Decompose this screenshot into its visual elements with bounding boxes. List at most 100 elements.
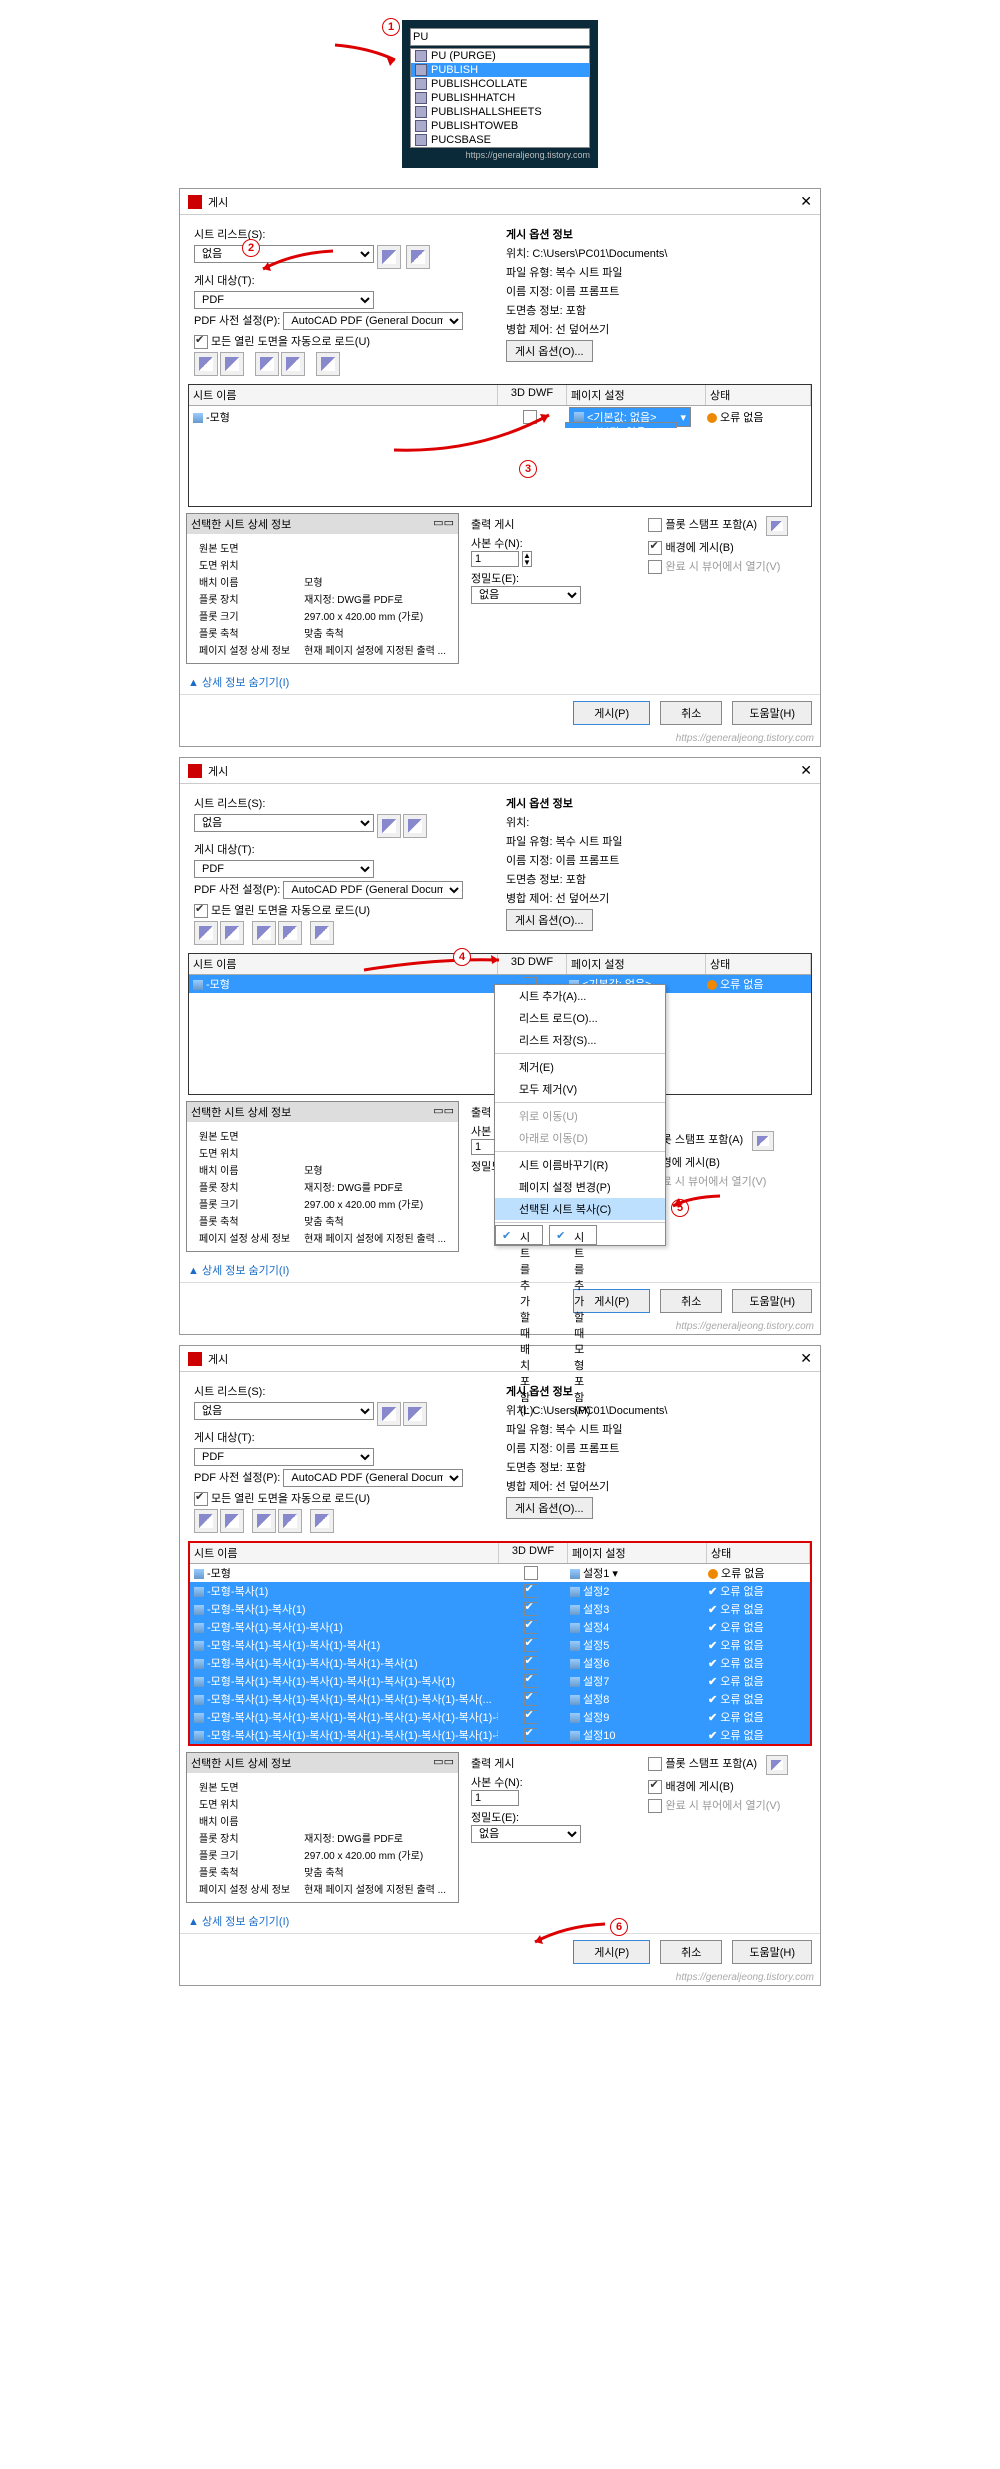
- plotstamp-checkbox[interactable]: [648, 1757, 662, 1771]
- sheet-list-select[interactable]: 없음: [194, 245, 374, 263]
- cmd-item-publishcollate[interactable]: PUBLISHCOLLATE: [411, 77, 589, 91]
- row-3ddwf-checkbox[interactable]: [523, 410, 537, 424]
- publish-to-select[interactable]: PDF: [194, 291, 374, 309]
- detail-collapse-icon[interactable]: ▭▭: [433, 1104, 454, 1120]
- cmd-item-pu[interactable]: PU (PURGE): [411, 49, 589, 63]
- publish-button[interactable]: 게시(P): [573, 1289, 650, 1313]
- pdf-preset-select[interactable]: AutoCAD PDF (General Documentation): [283, 312, 463, 330]
- remove-sheet-button[interactable]: [220, 1509, 244, 1533]
- hide-details-toggle[interactable]: ▲ 상세 정보 숨기기(I): [188, 1916, 289, 1928]
- preview-button[interactable]: [310, 921, 334, 945]
- cmd-item-publish[interactable]: PUBLISH: [411, 63, 589, 77]
- background-checkbox[interactable]: [648, 541, 662, 555]
- command-list[interactable]: PU (PURGE) PUBLISH PUBLISHCOLLATE PUBLIS…: [410, 48, 590, 148]
- add-sheet-button[interactable]: [194, 352, 218, 376]
- load-list-button[interactable]: [403, 814, 427, 838]
- cancel-button[interactable]: 취소: [660, 701, 722, 725]
- cmd-item-publishallsheets[interactable]: PUBLISHALLSHEETS: [411, 105, 589, 119]
- publish-to-select[interactable]: PDF: [194, 860, 374, 878]
- move-up-button[interactable]: [252, 921, 276, 945]
- publish-options-button[interactable]: 게시 옵션(O)...: [506, 340, 593, 362]
- close-button[interactable]: ✕: [800, 762, 812, 779]
- sheet-row[interactable]: -모형-복사(1)-복사(1)-복사(1)-복사(1)설정5✔오류 없음: [190, 1636, 810, 1654]
- ctx-remove-all[interactable]: 모두 제거(V): [495, 1078, 665, 1100]
- help-button[interactable]: 도움말(H): [732, 701, 812, 725]
- move-up-button[interactable]: [255, 352, 279, 376]
- sheet-context-menu[interactable]: 시트 추가(A)... 리스트 로드(O)... 리스트 저장(S)... 제거…: [494, 984, 666, 1246]
- sheet-row[interactable]: -모형-복사(1)설정2✔오류 없음: [190, 1582, 810, 1600]
- cmd-item-pucsbase[interactable]: PUCSBASE: [411, 133, 589, 147]
- ctx-change-page-setup[interactable]: 페이지 설정 변경(P): [495, 1176, 665, 1198]
- sheet-row[interactable]: -모형-복사(1)-복사(1)-복사(1)-복사(1)-복사(1)-복사(1)-…: [190, 1708, 810, 1726]
- stamp-settings-button[interactable]: [766, 516, 788, 536]
- remove-sheet-button[interactable]: [220, 921, 244, 945]
- autoload-checkbox[interactable]: [194, 335, 208, 349]
- ctx-copy-selected[interactable]: 선택된 시트 복사(C) 5: [495, 1198, 665, 1220]
- publish-button[interactable]: 게시(P): [573, 1940, 650, 1964]
- precision-select[interactable]: 없음: [471, 1825, 581, 1843]
- pdf-preset-select[interactable]: AutoCAD PDF (General Documentation): [283, 1469, 463, 1487]
- load-list-button[interactable]: [406, 245, 430, 269]
- sheet-table[interactable]: 시트 이름 3D DWF 페이지 설정 상태 4 -모형 <기본값: 없음> 오…: [188, 953, 812, 1095]
- pdf-preset-select[interactable]: AutoCAD PDF (General Documentation): [283, 881, 463, 899]
- sheet-row[interactable]: -모형-복사(1)-복사(1)-복사(1)설정4✔오류 없음: [190, 1618, 810, 1636]
- sheet-table[interactable]: 시트 이름 3D DWF 페이지 설정 상태 -모형설정1 ▾오류 없음-모형-…: [188, 1541, 812, 1746]
- preview-button[interactable]: [316, 352, 340, 376]
- remove-sheet-button[interactable]: [220, 352, 244, 376]
- publish-options-button[interactable]: 게시 옵션(O)...: [506, 909, 593, 931]
- move-up-button[interactable]: [252, 1509, 276, 1533]
- sheet-row[interactable]: -모형설정1 ▾오류 없음: [190, 1564, 810, 1582]
- sheet-row[interactable]: -모형-복사(1)-복사(1)설정3✔오류 없음: [190, 1600, 810, 1618]
- copies-input[interactable]: [471, 1790, 519, 1806]
- sheet-row[interactable]: -모형-복사(1)-복사(1)-복사(1)-복사(1)-복사(1)-복사(1)설…: [190, 1672, 810, 1690]
- sheet-row[interactable]: -모형-복사(1)-복사(1)-복사(1)-복사(1)-복사(1)설정6✔오류 …: [190, 1654, 810, 1672]
- add-sheet-button[interactable]: [194, 1509, 218, 1533]
- save-list-button[interactable]: [377, 814, 401, 838]
- publish-button[interactable]: 게시(P): [573, 701, 650, 725]
- command-input[interactable]: PU: [410, 28, 590, 46]
- ctx-rename[interactable]: 시트 이름바꾸기(R): [495, 1154, 665, 1176]
- preview-button[interactable]: [310, 1509, 334, 1533]
- ctx-remove[interactable]: 제거(E): [495, 1056, 665, 1078]
- ctx-add-sheet[interactable]: 시트 추가(A)...: [495, 985, 665, 1007]
- help-button[interactable]: 도움말(H): [732, 1940, 812, 1964]
- ctx-include-layout[interactable]: 시트를 추가할 때 배치 포함(L): [495, 1225, 543, 1245]
- cmd-item-publishtoweb[interactable]: PUBLISHTOWEB: [411, 119, 589, 133]
- help-button[interactable]: 도움말(H): [732, 1289, 812, 1313]
- hide-details-toggle[interactable]: ▲ 상세 정보 숨기기(I): [188, 677, 289, 689]
- sheet-table[interactable]: 시트 이름 3D DWF 페이지 설정 상태 -모형 <기본값: 없음>▾ <기…: [188, 384, 812, 507]
- publish-options-button[interactable]: 게시 옵션(O)...: [506, 1497, 593, 1519]
- close-button[interactable]: ✕: [800, 193, 812, 210]
- move-down-button[interactable]: [281, 352, 305, 376]
- cancel-button[interactable]: 취소: [660, 1940, 722, 1964]
- sheet-row[interactable]: -모형-복사(1)-복사(1)-복사(1)-복사(1)-복사(1)-복사(1)-…: [190, 1690, 810, 1708]
- autoload-checkbox[interactable]: [194, 1492, 208, 1506]
- move-down-button[interactable]: [278, 1509, 302, 1533]
- ctx-load-list[interactable]: 리스트 로드(O)...: [495, 1007, 665, 1029]
- cmd-item-publishhatch[interactable]: PUBLISHHATCH: [411, 91, 589, 105]
- stamp-settings-button[interactable]: [752, 1131, 774, 1151]
- precision-select[interactable]: 없음: [471, 586, 581, 604]
- background-checkbox[interactable]: [648, 1780, 662, 1794]
- stamp-settings-button[interactable]: [766, 1755, 788, 1775]
- sheet-list-select[interactable]: 없음: [194, 814, 374, 832]
- detail-collapse-icon[interactable]: ▭▭: [433, 1755, 454, 1771]
- autoload-checkbox[interactable]: [194, 904, 208, 918]
- plotstamp-checkbox[interactable]: [648, 518, 662, 532]
- sheet-row[interactable]: -모형 <기본값: 없음>▾ <기본값: 없음> 설정1 설정10 설정11 설…: [189, 406, 811, 428]
- ctx-include-model[interactable]: 시트를 추가할 때 모형 포함(M): [549, 1225, 597, 1245]
- hide-details-toggle[interactable]: ▲ 상세 정보 숨기기(I): [188, 1265, 289, 1277]
- add-sheet-button[interactable]: [194, 921, 218, 945]
- load-list-button[interactable]: [403, 1402, 427, 1426]
- detail-collapse-icon[interactable]: ▭▭: [433, 516, 454, 532]
- copies-input[interactable]: [471, 551, 519, 567]
- publish-to-select[interactable]: PDF: [194, 1448, 374, 1466]
- move-down-button[interactable]: [278, 921, 302, 945]
- save-list-button[interactable]: [377, 245, 401, 269]
- page-setup-popup[interactable]: <기본값: 없음> 설정1 설정10 설정11 설정12 설정13 설정14 설…: [565, 422, 677, 428]
- save-list-button[interactable]: [377, 1402, 401, 1426]
- cancel-button[interactable]: 취소: [660, 1289, 722, 1313]
- close-button[interactable]: ✕: [800, 1350, 812, 1367]
- sheet-row[interactable]: -모형-복사(1)-복사(1)-복사(1)-복사(1)-복사(1)-복사(1)-…: [190, 1726, 810, 1744]
- ctx-save-list[interactable]: 리스트 저장(S)...: [495, 1029, 665, 1051]
